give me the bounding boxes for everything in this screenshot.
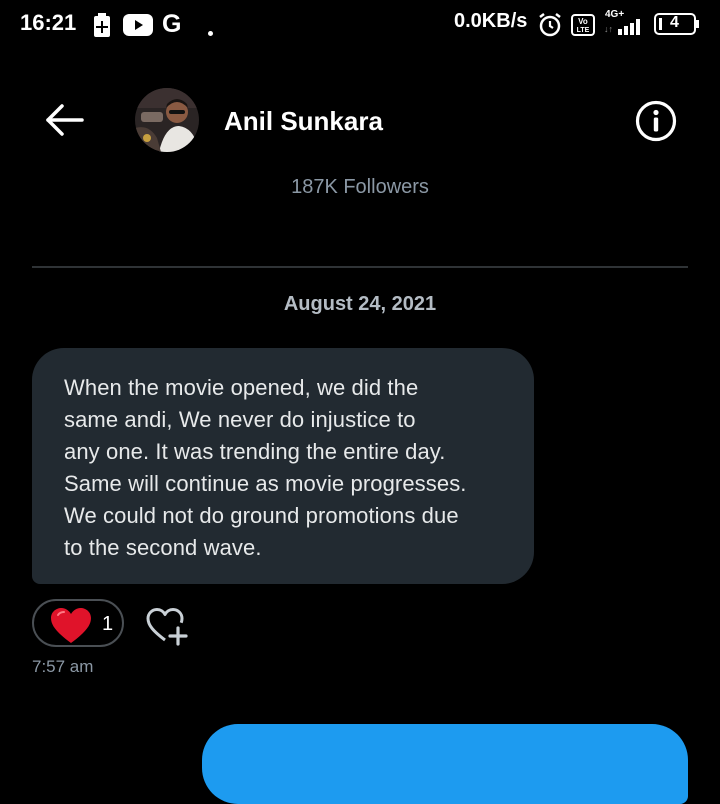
svg-text:↓↑: ↓↑ — [604, 24, 613, 34]
message-line: any one. It was trending the entire day. — [64, 439, 446, 464]
avatar[interactable] — [135, 88, 199, 152]
battery-saver-icon — [93, 13, 111, 42]
alarm-icon — [538, 12, 562, 43]
profile-name[interactable]: Anil Sunkara — [224, 106, 383, 137]
signal-icon: ↓↑ — [604, 19, 644, 40]
reaction-count: 1 — [102, 613, 114, 635]
message-line: When the movie opened, we did the — [64, 375, 419, 400]
arrow-left-icon — [46, 104, 84, 136]
back-button[interactable] — [44, 102, 86, 138]
info-icon — [635, 100, 677, 142]
message-timestamp: 7:57 am — [32, 657, 94, 676]
date-separator: August 24, 2021 — [283, 293, 437, 315]
followers-count: 187K Followers — [291, 176, 429, 198]
add-reaction-button[interactable] — [145, 606, 189, 646]
message-text: When the movie opened, we did the same a… — [64, 372, 514, 564]
message-line: We could not do ground promotions due — [64, 503, 459, 528]
heart-icon — [51, 608, 91, 643]
dot-icon — [208, 23, 213, 41]
info-button[interactable] — [635, 100, 677, 142]
sent-message-bubble[interactable] — [202, 724, 688, 804]
battery-level: 4 — [670, 14, 679, 31]
status-bar: 16:21 G 0.0KB/s Vo LTE 4G+ ↓↑ 4 — [0, 0, 720, 50]
youtube-icon — [123, 14, 153, 41]
divider — [32, 266, 688, 268]
message-bubble[interactable]: When the movie opened, we did the same a… — [32, 348, 534, 584]
message-line: same andi, We never do injustice to — [64, 407, 416, 432]
svg-text:Vo: Vo — [578, 17, 588, 26]
network-speed: 0.0KB/s — [454, 10, 528, 32]
message-line: to the second wave. — [64, 535, 262, 560]
conversation-header: Anil Sunkara — [0, 80, 720, 160]
svg-text:LTE: LTE — [577, 27, 590, 34]
heart-plus-icon — [146, 608, 188, 646]
status-time: 16:21 — [20, 10, 77, 35]
volte-icon: Vo LTE — [571, 14, 595, 41]
message-line: Same will continue as movie progresses. — [64, 471, 467, 496]
reaction-pill[interactable]: 1 — [32, 599, 124, 647]
google-icon: G — [162, 10, 182, 38]
